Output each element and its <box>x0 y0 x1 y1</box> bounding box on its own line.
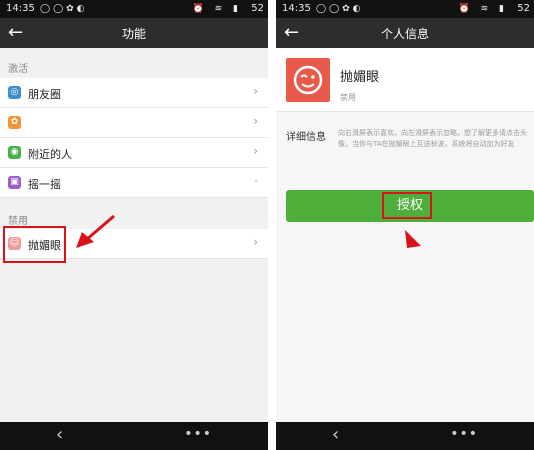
profile-status: 禁用 <box>340 93 356 102</box>
profile-name: 抛媚眼 <box>340 70 380 85</box>
moments-icon: ◎ <box>8 86 21 99</box>
detail-label: 详细信息 <box>286 132 326 143</box>
notification-icons: ◯◯✿◐ <box>40 4 88 14</box>
wink-face-icon <box>293 65 323 95</box>
page-title: 功能 <box>121 27 146 41</box>
page-title: 个人信息 <box>380 27 429 41</box>
title-bar: ← 个人信息 <box>276 18 534 48</box>
list-item-moments[interactable]: ◎ 朋友圈 › <box>0 78 268 108</box>
section-label-active: 激活 <box>8 64 28 75</box>
battery-level: 52 <box>251 3 264 14</box>
highlight-box <box>382 192 432 219</box>
notification-icons: ◯◯✿◐ <box>316 4 364 14</box>
navigation-bar: ‹ ••• <box>0 422 268 450</box>
status-time: 14:35 <box>6 3 35 14</box>
chevron-right-icon: › <box>253 235 258 249</box>
chevron-right-icon: › <box>253 84 258 98</box>
profile-card: 抛媚眼 禁用 <box>276 48 534 112</box>
detail-text: 向右滑屏表示喜欢，向左滑屏表示忽略，想了解更多请点击头像，当你与TA在抛媚眼上互… <box>338 129 527 148</box>
highlight-box <box>3 226 66 263</box>
status-bar: 14:35 ◯◯✿◐ ⏰ ≋ ▮ 52 <box>276 0 534 18</box>
nav-more-icon[interactable]: ••• <box>184 426 212 442</box>
list-item-nearby[interactable]: ◉ 附近的人 › <box>0 138 268 168</box>
battery-level: 52 <box>517 3 530 14</box>
list-item-label: 朋友圈 <box>28 88 61 101</box>
list-item-label: 附近的人 <box>28 148 72 161</box>
system-icons: ⏰ ≋ ▮ <box>192 4 242 14</box>
nav-more-icon[interactable]: ••• <box>450 426 478 442</box>
nav-back-icon[interactable]: ‹ <box>332 424 339 445</box>
chevron-right-icon: › <box>253 144 258 158</box>
list-item-app[interactable]: ✿ › <box>0 108 268 138</box>
left-phone-screen: 14:35 ◯◯✿◐ ⏰ ≋ ▮ 52 ← 功能 激活 ◎ 朋友圈 › ✿ › … <box>0 0 268 450</box>
title-bar: ← 功能 <box>0 18 268 48</box>
shake-icon: ▣ <box>8 176 21 189</box>
pointer-annotation-icon <box>405 230 421 248</box>
screenshot-root: 14:35 ◯◯✿◐ ⏰ ≋ ▮ 52 ← 功能 激活 ◎ 朋友圈 › ✿ › … <box>0 0 534 450</box>
status-time: 14:35 <box>282 3 311 14</box>
section-label-disabled: 禁用 <box>8 216 28 227</box>
system-icons: ⏰ ≋ ▮ <box>458 4 508 14</box>
list-item-shake[interactable]: ▣ 摇一摇 · <box>0 168 268 198</box>
navigation-bar: ‹ ••• <box>276 422 534 450</box>
chevron-right-icon: › <box>253 114 258 128</box>
list-item-label: 摇一摇 <box>28 178 61 191</box>
right-phone-screen: 14:35 ◯◯✿◐ ⏰ ≋ ▮ 52 ← 个人信息 抛媚眼 禁用 详细信息 向… <box>276 0 534 450</box>
status-bar: 14:35 ◯◯✿◐ ⏰ ≋ ▮ 52 <box>0 0 268 18</box>
location-icon: ◉ <box>8 146 21 159</box>
arrow-annotation-icon <box>76 214 115 248</box>
app-icon: ✿ <box>8 116 21 129</box>
avatar[interactable] <box>286 58 330 102</box>
nav-back-icon[interactable]: ‹ <box>56 424 63 445</box>
chevron-right-icon: · <box>254 174 258 188</box>
